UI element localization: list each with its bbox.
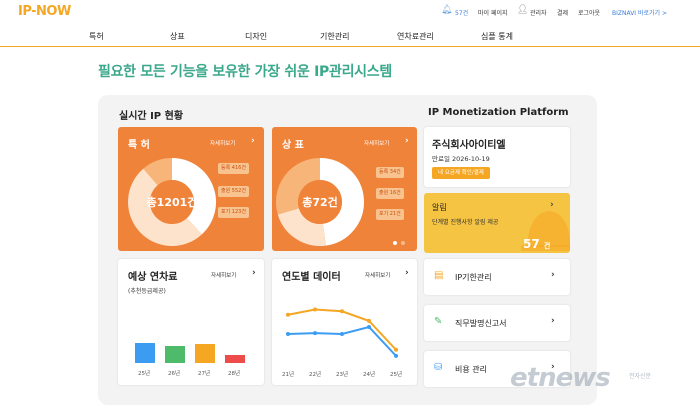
annual-fee-card[interactable]: 예상 연차료 (추천등급제공) 자세히보기 › 25년 26년 27년 28년 <box>118 259 264 385</box>
fee-tick-label: 27년 <box>198 371 211 377</box>
expire-date: 만료일 2026-10-19 <box>432 155 490 163</box>
chevron-right-icon[interactable]: › <box>551 270 555 280</box>
line-tick-label: 24년 <box>363 372 376 378</box>
patent-stat-filed: 출원 552건 <box>218 186 249 197</box>
nav-annual-fee[interactable]: 연차료관리 <box>397 31 434 42</box>
trademark-more-link[interactable]: 자세히보기 <box>364 139 389 147</box>
company-card: 주식회사아이티엘 만료일 2026-10-19 내 요금제 확인/결제 <box>424 127 570 187</box>
carousel-dot[interactable] <box>401 241 405 245</box>
annual-fee-more-link[interactable]: 자세히보기 <box>211 271 236 279</box>
patent-more-link[interactable]: 자세히보기 <box>210 139 235 147</box>
platform-title: IP Monetization Platform <box>428 107 569 118</box>
fee-bar <box>135 343 155 363</box>
series-line-0 <box>287 308 397 351</box>
annual-fee-title: 예상 연차료 <box>128 272 178 283</box>
nav-design[interactable]: 디자인 <box>245 31 267 42</box>
bell-icon[interactable]: 🔔︎ <box>441 5 452 15</box>
logo[interactable]: IP-NOW <box>18 4 71 19</box>
fee-bar <box>165 346 185 363</box>
series-point <box>340 309 344 314</box>
line-tick-label: 25년 <box>390 372 403 378</box>
nav-trademark[interactable]: 상표 <box>170 31 185 42</box>
menu-ip-deadline[interactable]: ▤ IP기한관리 › <box>424 259 570 295</box>
chevron-right-icon[interactable]: › <box>251 136 255 146</box>
trademark-stat-filed: 출원 16건 <box>376 188 404 199</box>
user-icon: 👤︎ <box>517 5 529 15</box>
dashboard-panel: 실시간 IP 현황 IP Monetization Platform 특 허 자… <box>98 95 597 405</box>
alarm-count: 57 건 <box>523 237 551 251</box>
patent-title: 특 허 <box>128 140 150 151</box>
series-point <box>394 347 398 352</box>
chevron-right-icon[interactable]: › <box>551 316 555 326</box>
alarm-card[interactable]: 알림 › 단계별 진행사항 알림 제공 57 건 <box>424 193 570 253</box>
trademark-stat-registered: 등록 34건 <box>376 167 404 178</box>
nav-statistics[interactable]: 심플 통계 <box>481 31 513 42</box>
menu-invention-report[interactable]: ✎ 직무발명신고서 › <box>424 305 570 341</box>
yearly-data-title: 연도별 데이터 <box>282 272 341 283</box>
main-nav: 특허 상표 디자인 기한관리 연차료관리 심플 통계 <box>0 28 700 47</box>
alarm-description: 단계별 진행사항 알림 제공 <box>432 219 499 226</box>
yearly-line-chart <box>286 307 398 358</box>
plan-payment-button[interactable]: 내 요금제 확인/결제 <box>432 167 490 179</box>
chevron-right-icon[interactable]: › <box>405 136 409 146</box>
nav-deadline[interactable]: 기한관리 <box>320 31 349 42</box>
menu-label: 비용 관리 <box>455 365 487 374</box>
trademark-card[interactable]: 상 표 자세히보기 › 총72건 등록 34건 출원 16건 포기 21건 <box>272 127 417 251</box>
menu-label: 직무발명신고서 <box>455 319 507 328</box>
series-point <box>340 332 344 336</box>
patent-stat-abandoned: 포기 123건 <box>218 207 249 218</box>
mypage-link[interactable]: 마이 페이지 <box>478 8 508 17</box>
alert-count[interactable]: 57건 <box>455 8 468 17</box>
nav-patent[interactable]: 특허 <box>89 31 104 42</box>
series-point <box>313 307 317 312</box>
line-tick-label: 22년 <box>309 372 322 378</box>
watermark-sub: 전자신문 <box>629 373 652 380</box>
watermark-logo: etnews <box>510 363 611 393</box>
series-point <box>313 331 317 336</box>
series-point <box>367 318 371 323</box>
menu-label: IP기한관리 <box>455 273 492 282</box>
yearly-more-link[interactable]: 자세히보기 <box>365 271 390 279</box>
patent-stat-registered: 등록 416건 <box>218 163 249 174</box>
patent-donut: 총1201건 <box>128 158 216 246</box>
fee-bar <box>225 355 245 363</box>
trademark-donut: 총72건 <box>276 158 364 246</box>
alarm-title: 알림 <box>432 203 447 212</box>
pen-icon: ✎ <box>434 316 443 327</box>
trademark-title: 상 표 <box>282 140 304 151</box>
admin-link[interactable]: 관리자 <box>530 8 547 17</box>
realtime-title: 실시간 IP 현황 <box>119 111 184 122</box>
yearly-data-card[interactable]: 연도별 데이터 자세히보기 › 21년 22년 23년 24년 25년 <box>272 259 417 385</box>
chevron-right-icon[interactable]: › <box>550 200 554 210</box>
carousel-dot-active[interactable] <box>393 241 397 245</box>
line-tick-label: 23년 <box>336 372 349 378</box>
logout-link[interactable]: 로그아웃 <box>578 8 600 17</box>
series-point <box>286 312 290 317</box>
calendar-icon: ▤ <box>434 270 444 281</box>
trademark-donut-total: 총72건 <box>302 195 338 209</box>
top-bar: IP-NOW 🔔︎ 57건 마이 페이지 👤︎ 관리자 결제 로그아웃 BIZN… <box>0 0 700 24</box>
fee-tick-label: 25년 <box>138 371 151 377</box>
series-point <box>367 325 371 329</box>
chevron-right-icon[interactable]: › <box>405 268 409 278</box>
coins-icon: ⛁ <box>434 362 443 373</box>
series-point <box>394 353 398 358</box>
fee-bar <box>195 344 215 363</box>
series-point <box>286 332 290 336</box>
headline: 필요한 모든 기능을 보유한 가장 쉬운 IP관리시스템 <box>98 64 392 80</box>
annual-fee-subtitle: (추천등급제공) <box>128 288 166 295</box>
fee-tick-label: 28년 <box>228 371 241 377</box>
patent-card[interactable]: 특 허 자세히보기 › 총1201건 등록 416건 출원 552건 포기 12… <box>118 127 264 251</box>
patent-slice-2 <box>143 158 173 186</box>
chevron-right-icon[interactable]: › <box>252 268 256 278</box>
patent-donut-total: 총1201건 <box>147 195 198 209</box>
trademark-stat-abandoned: 포기 21건 <box>376 209 404 220</box>
line-tick-label: 21년 <box>282 372 295 378</box>
biznavi-link[interactable]: BIZNAVI 바로가기 > <box>612 8 667 17</box>
company-name: 주식회사아이티엘 <box>432 140 506 151</box>
payment-link[interactable]: 결제 <box>557 8 568 17</box>
fee-tick-label: 26년 <box>168 371 181 377</box>
